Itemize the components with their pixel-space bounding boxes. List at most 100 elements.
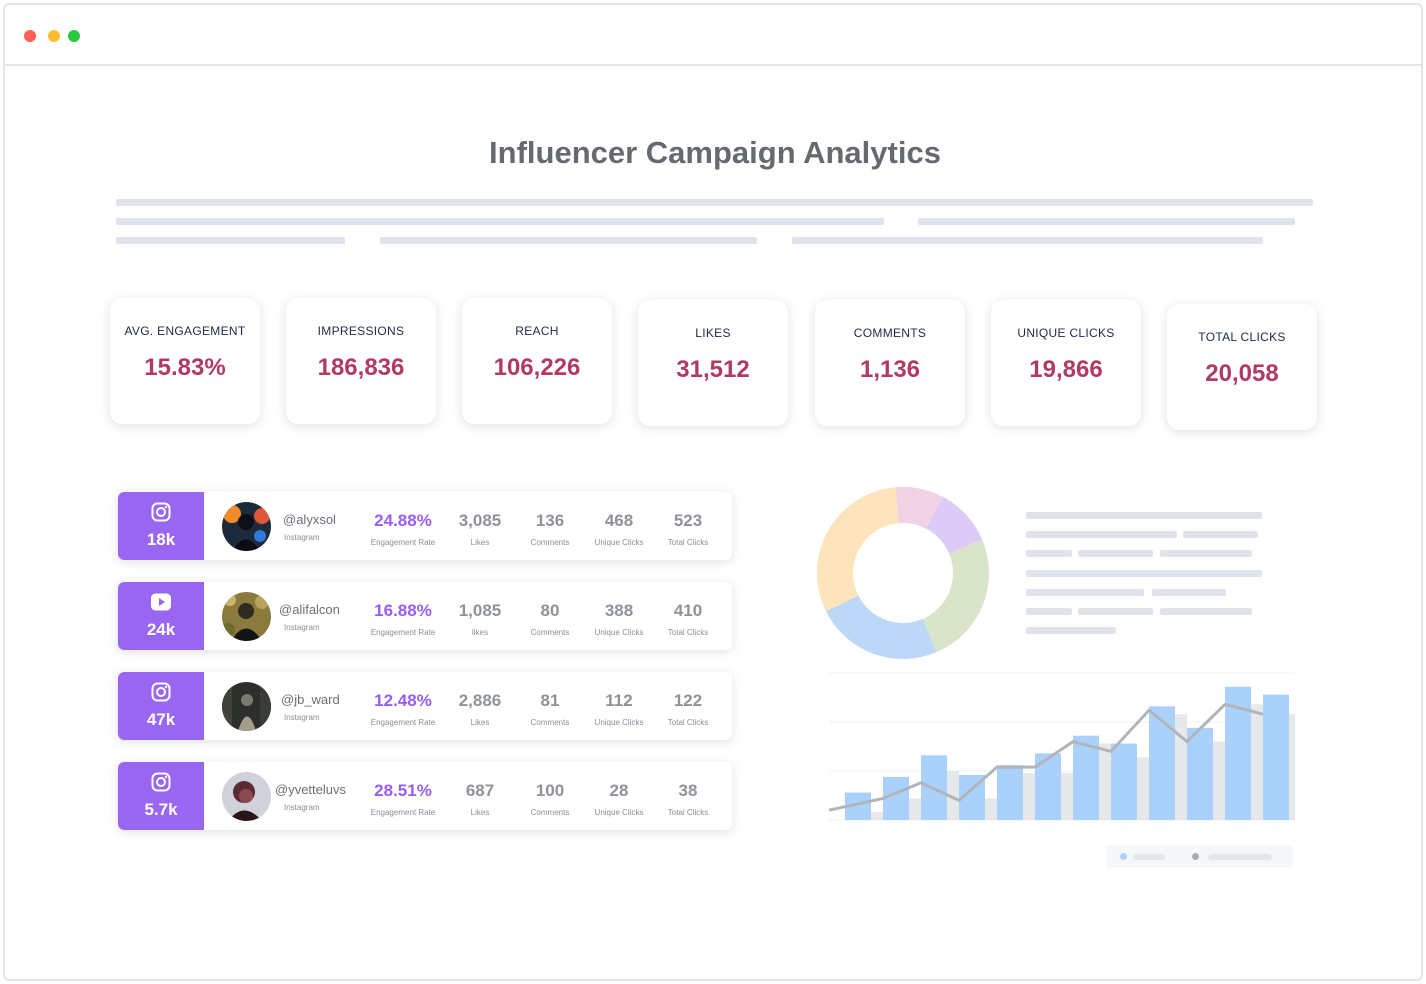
kpi-card-likes: LIKES 31,512 <box>638 300 788 426</box>
kpi-value: 15.83% <box>144 354 226 381</box>
instagram-icon <box>151 772 171 792</box>
metric-total-clicks: 122 Total Clicks <box>658 691 718 727</box>
metric-label: Total Clicks <box>667 718 709 727</box>
influencer-row-yvetteluvs[interactable]: 5.7k @yvetteluvs Instagram 28.51% Engage… <box>118 762 732 830</box>
legend-label-placeholder <box>1208 854 1272 860</box>
kpi-card-total-clicks: TOTAL CLICKS 20,058 <box>1167 304 1317 430</box>
youtube-icon <box>151 593 171 611</box>
metric-label: Total Clicks <box>667 628 709 637</box>
minimize-window-button[interactable] <box>48 30 60 42</box>
donut-slice <box>922 539 989 653</box>
metric-unique-clicks: 388 Unique Clicks <box>585 601 653 637</box>
metric-value: 28 <box>609 781 629 800</box>
bar-secondary <box>1061 772 1073 820</box>
placeholder-line <box>380 237 757 244</box>
kpi-value: 31,512 <box>676 356 750 383</box>
metric-likes: 1,085 likes <box>450 601 510 637</box>
influencer-row-alifalcon[interactable]: 24k @alifalcon Instagram 16.88% Engageme… <box>118 582 732 650</box>
kpi-value: 1,136 <box>859 356 921 383</box>
metric-engagement-rate: 12.48% Engagement Rate <box>353 691 453 727</box>
influencer-row-jb-ward[interactable]: 47k @jb_ward Instagram 12.48% Engagement… <box>118 672 732 740</box>
influencer-handle[interactable]: @jb_ward <box>281 692 340 707</box>
metric-label: Engagement Rate <box>370 538 436 547</box>
kpi-label: LIKES <box>695 326 731 340</box>
metric-value: 80 <box>540 601 560 620</box>
platform-badge: 18k <box>118 492 204 560</box>
metric-comments: 80 Comments <box>520 601 580 637</box>
influencer-row-alyxsol[interactable]: 18k @alyxsol Instagram 24.88% Engagement… <box>118 492 732 560</box>
avatar <box>222 592 271 641</box>
platform-name: Instagram <box>284 713 320 722</box>
legend-marker-line <box>1192 853 1199 860</box>
bar-primary <box>1187 727 1213 820</box>
kpi-card-unique-clicks: UNIQUE CLICKS 19,866 <box>991 300 1141 426</box>
metric-value: 122 <box>673 691 703 710</box>
kpi-value: 106,226 <box>493 354 581 381</box>
metric-value: 38 <box>678 781 698 800</box>
close-window-button[interactable] <box>24 30 36 42</box>
kpi-card-comments: COMMENTS 1,136 <box>815 300 965 426</box>
bar-secondary <box>871 812 883 820</box>
bar-secondary <box>1251 704 1263 820</box>
bar-secondary <box>909 798 921 820</box>
kpi-card-impressions: IMPRESSIONS 186,836 <box>286 298 436 424</box>
platform-badge: 24k <box>118 582 204 650</box>
metric-likes: 2,886 Likes <box>450 691 510 727</box>
donut-slice <box>817 487 899 612</box>
metric-value: 12.48% <box>374 691 432 710</box>
metric-label: Engagement Rate <box>370 628 436 637</box>
donut-slice <box>826 595 937 659</box>
bar-primary <box>1149 706 1175 820</box>
placeholder-line <box>116 218 884 225</box>
bar-primary <box>997 765 1023 820</box>
influencer-handle[interactable]: @alifalcon <box>279 602 340 617</box>
placeholder-line <box>1152 589 1226 596</box>
donut-chart <box>817 487 989 659</box>
metric-label: Likes <box>470 718 490 727</box>
influencer-handle[interactable]: @yvetteluvs <box>275 782 346 797</box>
platform-name: Instagram <box>284 803 320 812</box>
kpi-value: 19,866 <box>1029 356 1103 383</box>
metric-label: Comments <box>530 808 570 817</box>
follower-count: 47k <box>146 710 176 729</box>
kpi-label: TOTAL CLICKS <box>1198 330 1286 344</box>
kpi-label: REACH <box>515 324 559 338</box>
metric-label: Unique Clicks <box>594 628 644 637</box>
bar-primary <box>1263 694 1289 820</box>
metric-value: 523 <box>673 511 703 530</box>
legend-marker-bars <box>1120 853 1127 860</box>
follower-count: 18k <box>146 530 176 549</box>
platform-name: Instagram <box>284 623 320 632</box>
metric-engagement-rate: 28.51% Engagement Rate <box>353 781 453 817</box>
avatar <box>222 502 271 551</box>
metric-value: 24.88% <box>374 511 432 530</box>
metric-value: 388 <box>604 601 634 620</box>
placeholder-line <box>116 199 1313 206</box>
follower-count: 5.7k <box>144 800 178 819</box>
metric-label: Unique Clicks <box>594 808 644 817</box>
kpi-label: AVG. ENGAGEMENT <box>124 324 246 338</box>
metric-label: Unique Clicks <box>594 538 644 547</box>
metric-label: Engagement Rate <box>370 718 436 727</box>
bar-secondary <box>1175 714 1187 820</box>
placeholder-line <box>792 237 1263 244</box>
placeholder-line <box>1183 531 1258 538</box>
instagram-icon <box>151 502 171 522</box>
metric-likes: 3,085 Likes <box>450 511 510 547</box>
maximize-window-button[interactable] <box>68 30 80 42</box>
bar-secondary <box>985 798 997 820</box>
placeholder-line <box>1026 627 1116 634</box>
metric-value: 100 <box>535 781 565 800</box>
avatar <box>222 682 271 731</box>
instagram-icon <box>151 682 171 702</box>
metric-value: 2,886 <box>458 691 502 710</box>
kpi-card-avg-engagement: AVG. ENGAGEMENT 15.83% <box>110 298 260 424</box>
bar-line-chart <box>828 672 1295 821</box>
influencer-handle[interactable]: @alyxsol <box>283 512 336 527</box>
placeholder-line <box>1026 531 1177 538</box>
metric-label: likes <box>471 628 488 637</box>
metric-value: 468 <box>604 511 634 530</box>
metric-value: 687 <box>465 781 495 800</box>
placeholder-line <box>1026 608 1072 615</box>
kpi-label: COMMENTS <box>853 326 927 340</box>
